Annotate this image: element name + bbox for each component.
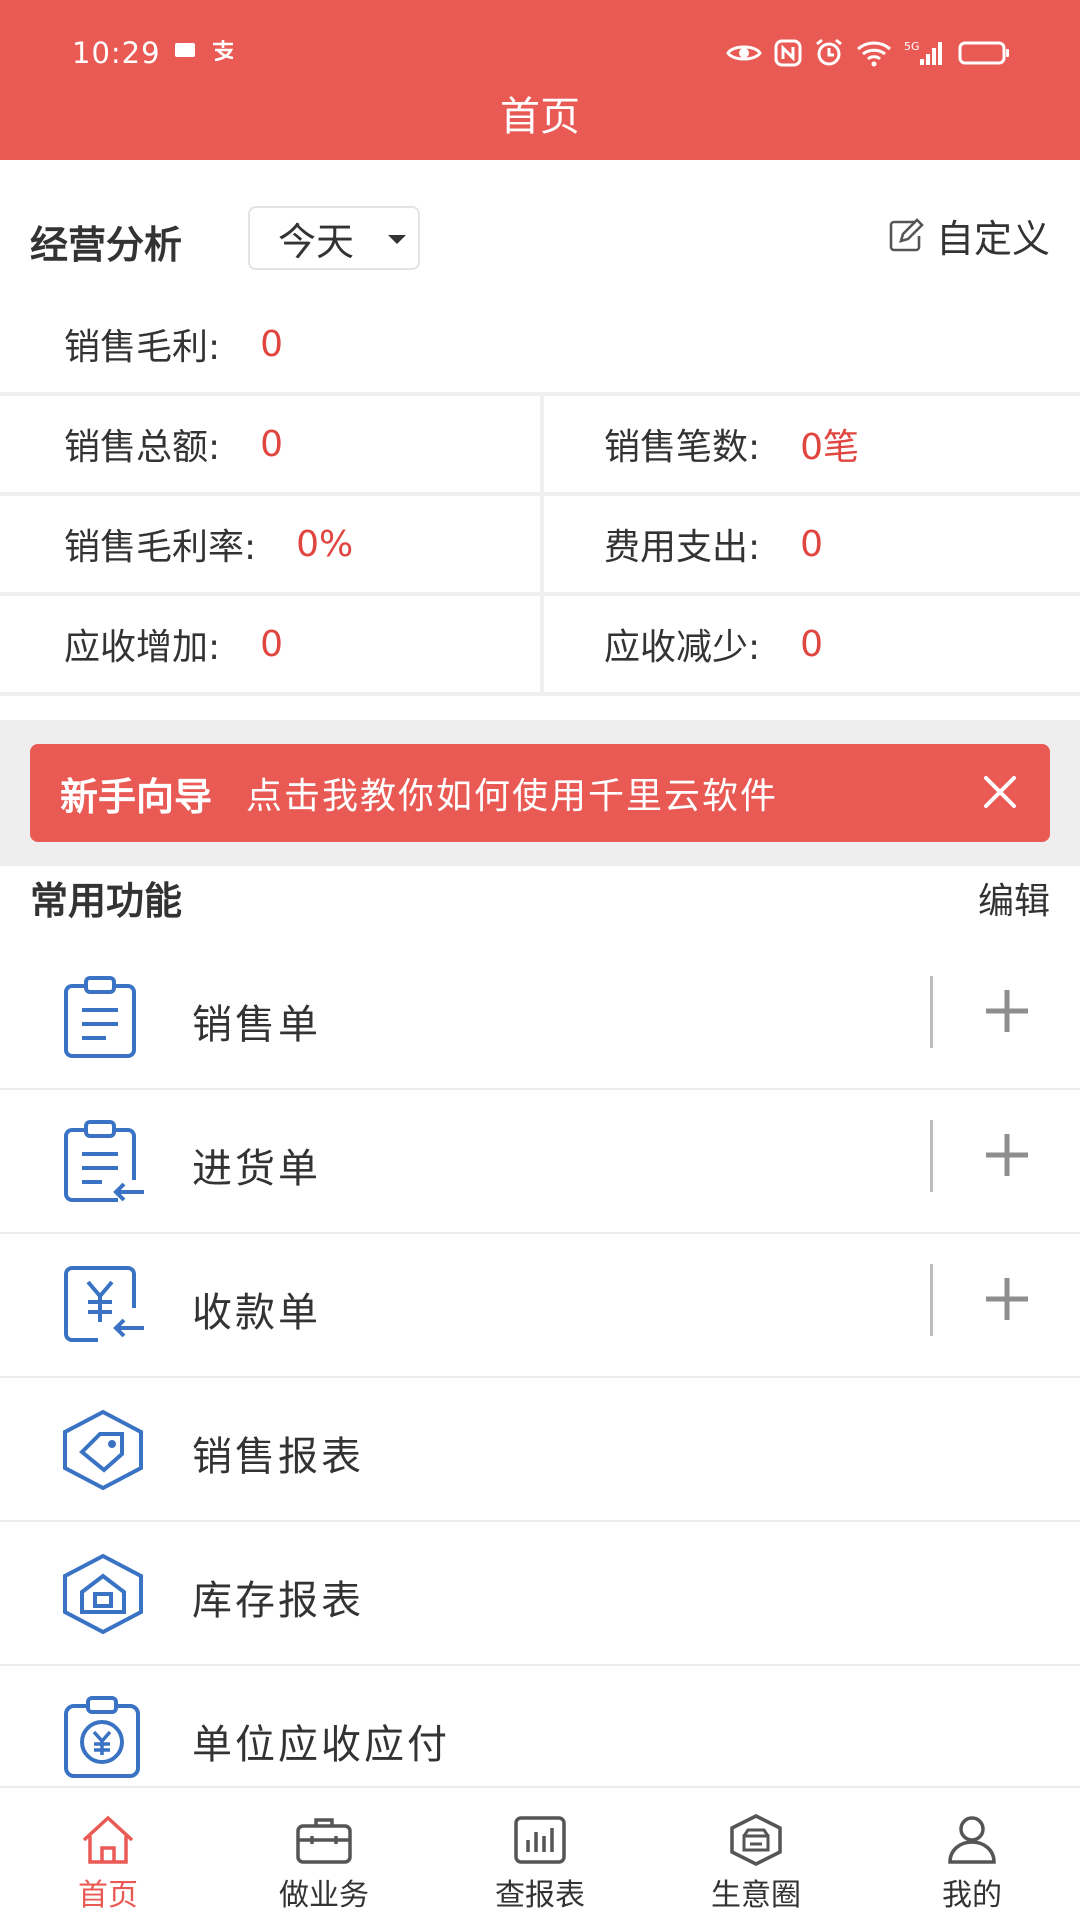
bottom-tab-bar: 首页 做业务 查报表 生意圈 我的 — [0, 1786, 1080, 1920]
period-value: 今天 — [278, 219, 355, 264]
edit-button[interactable]: 编辑 — [978, 872, 1050, 924]
divider — [930, 1120, 933, 1192]
stat-label: 应收减少: — [604, 627, 761, 668]
stats-grid: 销售毛利: 0 销售总额: 0 销售笔数: 0笔 销售毛利率: 0% 费用支出:… — [0, 296, 1080, 696]
customize-label: 自定义 — [935, 217, 1050, 261]
tab-mine[interactable]: 我的 — [864, 1788, 1080, 1920]
stat-label: 应收增加: — [64, 627, 221, 668]
clipboard-icon — [64, 976, 136, 1058]
stat-label: 销售笔数: — [604, 427, 761, 468]
functions-title: 常用功能 — [30, 879, 183, 923]
stat-receivable-decrease: 应收减少: 0 — [544, 596, 1080, 692]
period-select[interactable]: 今天 — [248, 206, 420, 270]
stat-sales-count: 销售笔数: 0笔 — [544, 396, 1080, 492]
function-item-receipt[interactable]: 收款单 — [0, 1234, 1080, 1378]
stat-gross-profit: 销售毛利: 0 — [0, 296, 1080, 392]
analysis-title: 经营分析 — [30, 223, 183, 267]
bar-chart-icon — [514, 1816, 566, 1864]
tab-business[interactable]: 做业务 — [216, 1788, 432, 1920]
briefcase-icon — [296, 1818, 352, 1864]
stat-receivable-increase: 应收增加: 0 — [0, 596, 540, 692]
plus-icon[interactable] — [984, 988, 1030, 1034]
nfc-icon — [774, 39, 802, 67]
app-header: 10:29 5G 首页 — [0, 0, 1080, 160]
tab-label: 做业务 — [279, 1878, 369, 1913]
function-item-sales-report[interactable]: 销售报表 — [0, 1378, 1080, 1522]
status-right-icons: 5G — [726, 38, 1010, 68]
tab-label: 首页 — [78, 1878, 138, 1913]
eye-icon — [726, 45, 762, 61]
stat-value: 0 — [260, 323, 284, 365]
wifi-icon — [857, 41, 891, 67]
guide-band: 新手向导 点击我教你如何使用千里云软件 — [0, 720, 1080, 866]
stat-value: 0笔 — [800, 427, 860, 468]
plus-icon[interactable] — [984, 1276, 1030, 1322]
tab-business-circle[interactable]: 生意圈 — [648, 1788, 864, 1920]
function-item-purchase-order[interactable]: 进货单 — [0, 1090, 1080, 1234]
stat-value: 0% — [296, 523, 354, 565]
stat-gross-margin: 销售毛利率: 0% — [0, 496, 540, 592]
home-icon — [82, 1815, 134, 1864]
stat-row: 销售毛利: 0 — [0, 296, 1080, 396]
clipboard-return-icon — [64, 1120, 144, 1202]
function-item-inventory-report[interactable]: 库存报表 — [0, 1522, 1080, 1666]
status-bar: 10:29 5G — [0, 32, 1080, 76]
stat-sales-total: 销售总额: 0 — [0, 396, 540, 492]
stat-label: 销售毛利: — [64, 327, 221, 368]
stat-expenses: 费用支出: 0 — [544, 496, 1080, 592]
book-icon — [175, 43, 195, 57]
function-label: 库存报表 — [192, 1578, 364, 1624]
tab-label: 查报表 — [495, 1878, 585, 1913]
yuan-receipt-icon — [64, 1266, 144, 1342]
stat-row: 应收增加: 0 应收减少: 0 — [0, 596, 1080, 696]
signal-icon: 5G — [904, 40, 942, 65]
divider — [930, 1264, 933, 1336]
stat-value: 0 — [800, 623, 824, 665]
plus-icon[interactable] — [984, 1132, 1030, 1178]
stat-label: 销售总额: — [64, 427, 221, 468]
page-title: 首页 — [500, 94, 580, 140]
function-label: 销售报表 — [192, 1434, 364, 1480]
guide-text: 点击我教你如何使用千里云软件 — [246, 776, 779, 817]
functions-list: 销售单 进货单 收款单 销售报表 库存报表 单位应收应付 — [0, 946, 1080, 1810]
stat-row: 销售毛利率: 0% 费用支出: 0 — [0, 496, 1080, 596]
yuan-clipboard-icon — [64, 1696, 140, 1778]
tab-home[interactable]: 首页 — [0, 1788, 216, 1920]
stat-label: 费用支出: — [604, 527, 761, 568]
status-left-icons — [174, 38, 236, 62]
function-label: 单位应收应付 — [192, 1722, 450, 1768]
stat-label: 销售毛利率: — [64, 527, 257, 568]
tab-reports[interactable]: 查报表 — [432, 1788, 648, 1920]
close-icon[interactable] — [978, 770, 1022, 814]
stat-value: 0 — [800, 523, 824, 565]
divider — [930, 976, 933, 1048]
shop-hexagon-icon — [730, 1814, 782, 1866]
tab-label: 生意圈 — [711, 1878, 801, 1913]
function-label: 进货单 — [192, 1146, 321, 1192]
alipay-icon — [213, 40, 234, 62]
guide-title: 新手向导 — [60, 774, 213, 819]
function-item-sales-order[interactable]: 销售单 — [0, 946, 1080, 1090]
function-label: 销售单 — [192, 1002, 321, 1048]
edit-icon — [889, 217, 924, 251]
functions-header: 常用功能 编辑 — [0, 866, 1080, 946]
warehouse-hexagon-icon — [63, 1553, 143, 1635]
status-time: 10:29 — [72, 36, 161, 70]
customize-button[interactable]: 自定义 — [886, 208, 1050, 263]
function-label: 收款单 — [192, 1290, 321, 1336]
alarm-icon — [816, 38, 842, 66]
caret-down-icon — [388, 235, 406, 244]
svg-text:5G: 5G — [904, 40, 920, 53]
stat-row: 销售总额: 0 销售笔数: 0笔 — [0, 396, 1080, 496]
guide-banner[interactable]: 新手向导 点击我教你如何使用千里云软件 — [30, 744, 1050, 842]
stat-value: 0 — [260, 623, 284, 665]
user-icon — [948, 1816, 996, 1864]
battery-icon — [958, 41, 1009, 65]
tab-label: 我的 — [942, 1878, 1002, 1913]
stat-value: 0 — [260, 423, 284, 465]
tag-hexagon-icon — [63, 1409, 143, 1491]
analysis-header: 经营分析 今天 自定义 — [0, 160, 1080, 296]
